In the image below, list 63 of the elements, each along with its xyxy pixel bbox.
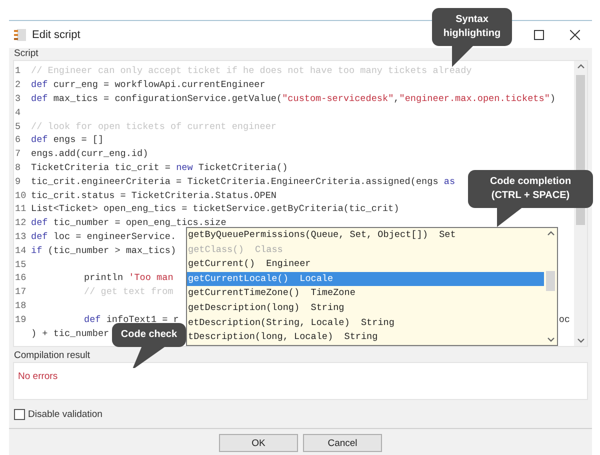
code-line: tic_crit.status = TicketCriteria.Status.OPEN	[31, 190, 276, 201]
line-number: 9	[14, 176, 22, 187]
close-icon	[570, 30, 580, 40]
maximize-icon	[534, 30, 544, 40]
code-line: def infoText1 = r	[83, 314, 179, 325]
cancel-button[interactable]: Cancel	[303, 434, 382, 452]
completion-item[interactable]: etDescription(String, Locale) String	[187, 316, 544, 330]
code-line: List<Ticket> open_eng_tics = ticketService.getByCriteria(tic_crit)	[31, 203, 400, 214]
code-line: // get text from	[83, 286, 174, 298]
code-line: ) + tic_number	[31, 328, 110, 339]
code-fragment: oc	[558, 314, 571, 325]
completion-item[interactable]: getDescription(long) String	[187, 300, 544, 316]
line-number: 10	[14, 190, 28, 201]
ok-button[interactable]: OK	[219, 434, 298, 452]
line-number: 11	[14, 203, 28, 214]
scroll-down-icon[interactable]	[546, 337, 554, 342]
checkbox[interactable]	[14, 408, 25, 420]
line-number: 6	[14, 134, 22, 146]
code-editor[interactable]	[13, 60, 588, 347]
code-line: engs.add(curr_eng.id)	[31, 148, 148, 160]
scrollbar-thumb[interactable]	[546, 271, 555, 291]
scroll-up-icon[interactable]	[576, 64, 584, 69]
completion-item[interactable]: getCurrentTimeZone() TimeZone	[187, 286, 544, 301]
code-line: def max_tics = configurationService.getValue("custom-servicedesk","engineer.max.open.tickets")	[31, 92, 556, 104]
scroll-up-icon[interactable]	[546, 231, 554, 236]
script-icon	[14, 28, 26, 40]
checkbox-label: Disable validation	[28, 408, 102, 420]
line-number: 14	[14, 244, 28, 256]
line-number: 5	[14, 120, 22, 132]
code-line: tic_crit.engineerCriteria = TicketCriteria.EngineerCriteria.assigned(engs as	[31, 176, 456, 187]
code-line: println 'Too man	[83, 272, 174, 284]
code-line: // look for open tickets of current engineer	[31, 120, 276, 132]
line-number: 18	[14, 300, 28, 311]
callout-pointer	[132, 346, 166, 368]
line-number: 3	[14, 92, 22, 104]
completion-item[interactable]: getByQueuePermissions(Queue, Set, Object[]) Set	[187, 228, 544, 243]
line-number: 19	[14, 314, 28, 325]
section-label: Script	[13, 48, 38, 60]
code-line: def curr_eng = workflowApi.currentEngineer	[31, 79, 266, 90]
line-number: 15	[14, 258, 28, 270]
code-line: TicketCriteria tic_crit = new TicketCriteria()	[31, 162, 288, 173]
section-label: Compilation result	[13, 350, 90, 362]
code-line: if (tic_number > max_tics)	[31, 244, 176, 256]
line-number: 4	[14, 106, 22, 118]
result-message: No errors	[18, 371, 58, 382]
line-number: 12	[14, 217, 28, 228]
scroll-down-icon[interactable]	[576, 338, 584, 343]
code-line: def tic_number = open_eng_tics.size	[31, 217, 226, 228]
callout-pointer	[497, 207, 523, 229]
callout-pointer	[452, 45, 474, 67]
line-number: 8	[14, 162, 22, 173]
completion-item[interactable]: tDescription(long, Locale) String	[187, 330, 544, 345]
line-number: 16	[14, 272, 28, 284]
line-number: 2	[14, 79, 22, 90]
code-line: def loc = engineerService.	[31, 230, 176, 242]
completion-item[interactable]: getCurrent() Engineer	[187, 257, 544, 272]
line-number: 17	[14, 286, 28, 298]
line-number: 13	[14, 230, 28, 242]
window-title: Edit script	[32, 28, 80, 40]
line-number: 7	[14, 148, 22, 160]
code-line: def engs = []	[31, 134, 104, 146]
code-line: // Engineer can only accept ticket if he does not have too many tickets already	[31, 65, 472, 76]
line-number: 1	[14, 65, 22, 76]
